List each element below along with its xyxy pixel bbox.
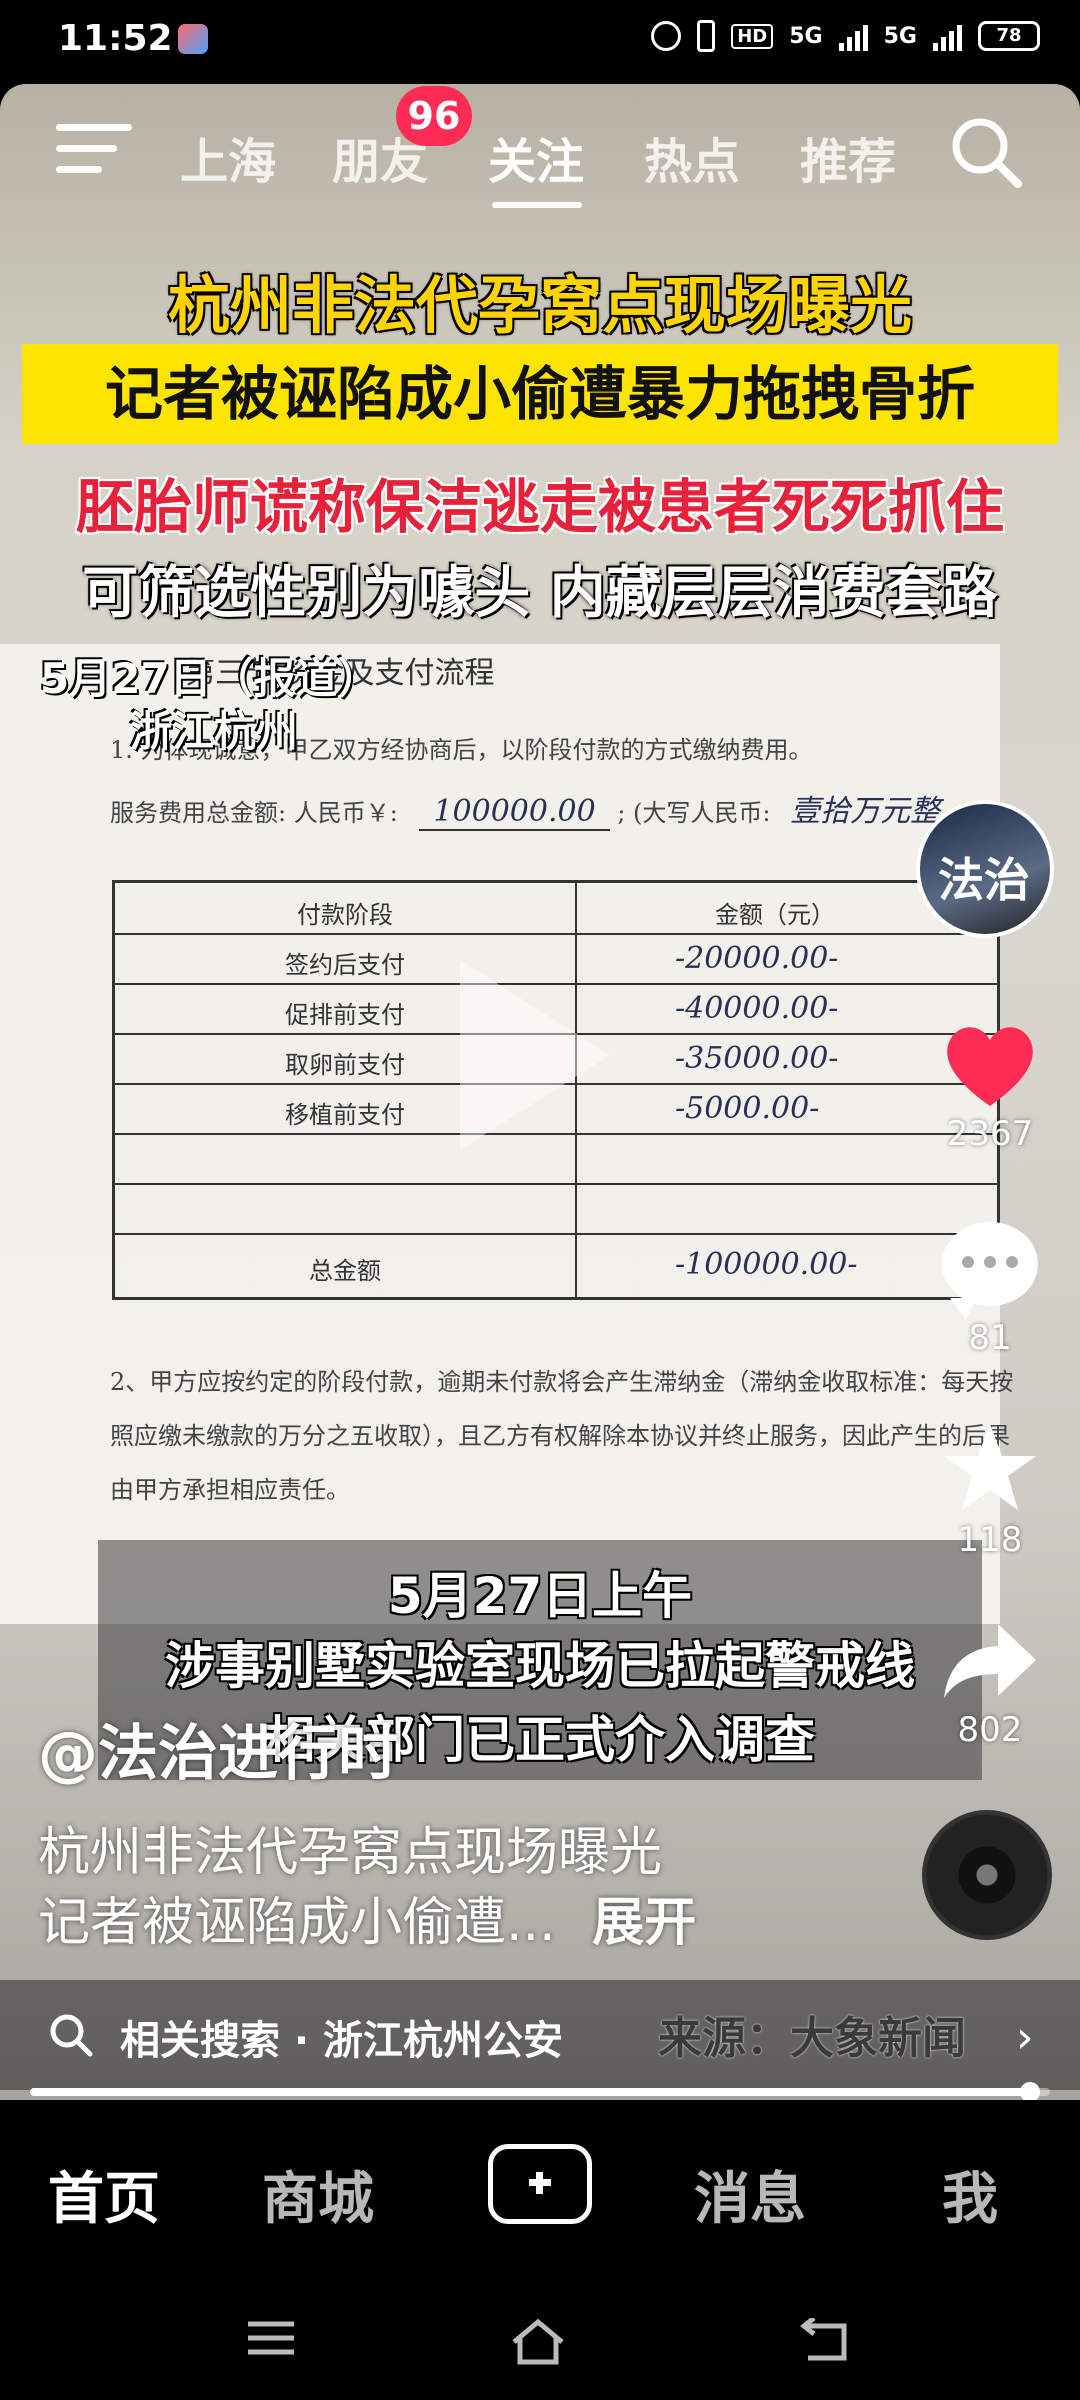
table-header-amount: 金额（元） bbox=[715, 901, 835, 929]
like-button[interactable]: 2367 bbox=[910, 1020, 1070, 1154]
status-time: 11:52 bbox=[58, 18, 173, 59]
bottom-nav: 首页 商城 消息 我 bbox=[0, 2100, 1080, 2270]
author-name[interactable]: @法治进行时 bbox=[38, 1705, 398, 1792]
related-search-text[interactable]: 相关搜索 · 浙江杭州公安 bbox=[120, 2008, 563, 2066]
author-avatar[interactable]: 法治 bbox=[916, 800, 1054, 938]
search-icon[interactable] bbox=[946, 112, 1026, 192]
description-line-2: 记者被诬陷成小偷遭... 展开 bbox=[38, 1880, 696, 1955]
total-label: 总金额 bbox=[309, 1257, 381, 1285]
doc-fee-line: 服务费用总金额: 人民币￥: 100000.00 ; (大写人民币: 壹拾万元整 bbox=[110, 786, 941, 831]
headline-banner: 记者被诬陷成小偷遭暴力拖拽骨折 bbox=[22, 344, 1058, 444]
net-label-2: 5G bbox=[883, 23, 917, 49]
row-amount: -40000.00- bbox=[675, 991, 839, 1026]
signal-icon-2 bbox=[933, 21, 962, 51]
star-icon bbox=[944, 1424, 1036, 1510]
doc-fee-value: 100000.00 bbox=[419, 794, 610, 831]
vibrate-icon bbox=[697, 20, 716, 52]
caption-line: 涉事别墅实验室现场已拉起警戒线 bbox=[165, 1637, 915, 1695]
table-header-stage: 付款阶段 bbox=[297, 901, 393, 929]
doc-clause2-line3: 由甲方承担相应责任。 bbox=[110, 1476, 350, 1504]
avatar-text: 法治 bbox=[938, 853, 1030, 907]
status-icons: HD 5G 5G 78 bbox=[651, 20, 1040, 52]
row-amount: -5000.00- bbox=[675, 1091, 820, 1126]
comment-icon bbox=[942, 1222, 1038, 1320]
related-search-bar[interactable]: 相关搜索 · 浙江杭州公安 来源：大象新闻 › bbox=[0, 1980, 1080, 2090]
expand-button[interactable]: 展开 bbox=[592, 1893, 696, 1953]
hd-icon: HD bbox=[731, 23, 774, 49]
net-label-1: 5G bbox=[789, 23, 823, 49]
comment-count: 81 bbox=[968, 1318, 1012, 1358]
table-row-empty bbox=[115, 1183, 997, 1235]
doc-clause2-line2: 照应缴未缴款的万分之五收取），且乙方有权解除本协议并终止服务，因此产生的后果 bbox=[110, 1422, 1010, 1450]
play-icon[interactable] bbox=[460, 960, 610, 1150]
tab-recommend[interactable]: 推荐 bbox=[800, 122, 896, 192]
status-bar: 11:52 HD 5G 5G 78 bbox=[0, 0, 1080, 84]
system-nav-bar bbox=[0, 2270, 1080, 2400]
share-icon bbox=[944, 1624, 1036, 1698]
headline-red: 胚胎师谎称保洁逃走被患者死死抓住 bbox=[75, 473, 1004, 541]
doc-fee-label: 服务费用总金额: 人民币￥: bbox=[110, 799, 398, 827]
total-value: -100000.00- bbox=[675, 1247, 858, 1282]
share-button[interactable]: 802 bbox=[910, 1616, 1070, 1750]
comment-button[interactable]: 81 bbox=[910, 1222, 1070, 1358]
tab-hot[interactable]: 热点 bbox=[644, 122, 740, 192]
source-text: 来源：大象新闻 bbox=[658, 2013, 966, 2064]
description-text: 记者被诬陷成小偷遭... bbox=[38, 1893, 556, 1953]
caption-line: 5月27日上午 bbox=[387, 1567, 693, 1625]
heart-icon bbox=[947, 1027, 1033, 1106]
report-date: 5月27日（报道） bbox=[40, 654, 380, 703]
menu-icon[interactable] bbox=[56, 124, 132, 180]
create-plus-icon[interactable] bbox=[488, 2144, 592, 2224]
nav-me[interactable]: 我 bbox=[942, 2154, 998, 2235]
chevron-right-icon[interactable]: › bbox=[1016, 2012, 1034, 2063]
row-amount: -35000.00- bbox=[675, 1041, 839, 1076]
alarm-icon bbox=[651, 21, 682, 51]
battery-icon: 78 bbox=[978, 21, 1040, 51]
like-count: 2367 bbox=[946, 1114, 1034, 1154]
tab-following[interactable]: 关注 bbox=[488, 122, 584, 192]
back-icon[interactable] bbox=[800, 2318, 854, 2362]
favorite-count: 118 bbox=[957, 1520, 1023, 1560]
home-icon[interactable] bbox=[508, 2318, 568, 2366]
top-nav: 上海 朋友 96 关注 热点 推荐 bbox=[0, 84, 1080, 224]
description-line-1: 杭州非法代孕窝点现场曝光 bbox=[38, 1823, 663, 1883]
progress-knob[interactable] bbox=[1019, 2082, 1040, 2102]
signal-icon bbox=[838, 21, 868, 51]
doc-clause2-line1: 2、甲方应按约定的阶段付款，逾期未付款将会产生滞纳金（滞纳金收取标准：每天按 bbox=[110, 1368, 1014, 1396]
recents-icon[interactable] bbox=[244, 2318, 298, 2358]
nav-mall[interactable]: 商城 bbox=[262, 2154, 374, 2235]
favorite-button[interactable]: 118 bbox=[910, 1420, 1070, 1560]
nav-home[interactable]: 首页 bbox=[48, 2154, 160, 2235]
row-amount: -20000.00- bbox=[675, 941, 839, 976]
video-progress-bar[interactable] bbox=[30, 2082, 1050, 2102]
doc-fee-caps-value: 壹拾万元整 bbox=[790, 794, 941, 829]
share-count: 802 bbox=[957, 1710, 1023, 1750]
headline-white: 可筛选性别为噱头 内藏层层消费套路 bbox=[82, 561, 998, 626]
headline-title: 杭州非法代孕窝点现场曝光 bbox=[167, 269, 912, 342]
search-icon bbox=[50, 2014, 93, 2057]
nav-messages[interactable]: 消息 bbox=[694, 2154, 806, 2235]
progress-fill bbox=[30, 2088, 1030, 2096]
active-tab-indicator bbox=[492, 202, 582, 208]
tab-shanghai[interactable]: 上海 bbox=[180, 122, 276, 192]
friends-badge: 96 bbox=[396, 86, 472, 146]
doc-fee-caps-label: ; (大写人民币: bbox=[617, 799, 771, 827]
notification-app-icon bbox=[178, 24, 208, 54]
table-row-total: 总金额 -100000.00- bbox=[115, 1233, 997, 1301]
music-disc-icon[interactable] bbox=[922, 1810, 1052, 1940]
report-location: 浙江杭州 bbox=[130, 707, 299, 756]
